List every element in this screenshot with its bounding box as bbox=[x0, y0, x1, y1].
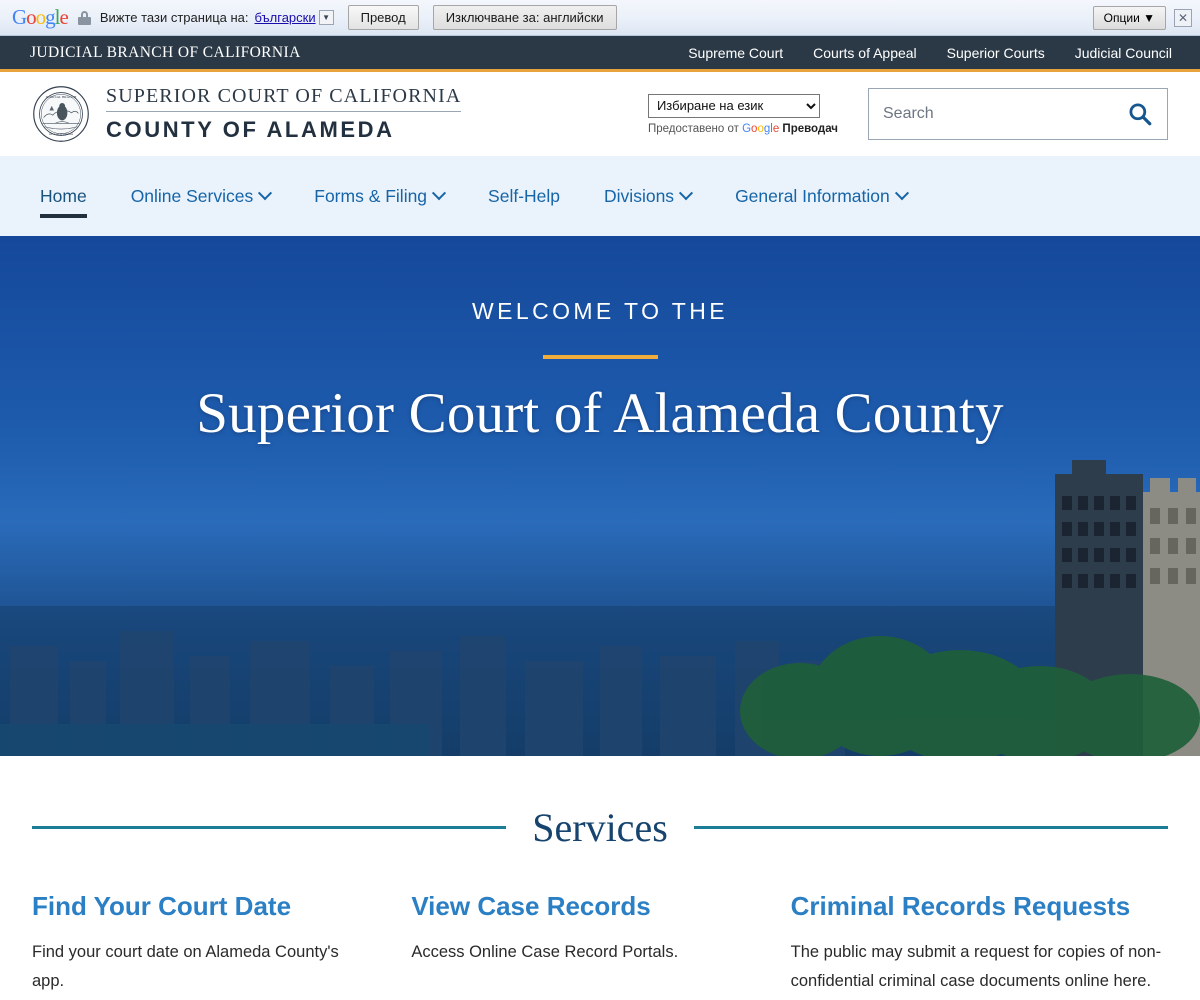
chevron-down-icon bbox=[431, 186, 447, 201]
translate-language-link[interactable]: български bbox=[255, 10, 316, 25]
nav-item-self-help[interactable]: Self-Help bbox=[466, 156, 582, 236]
nav-label-general-information: General Information bbox=[735, 185, 890, 206]
google-translate-credit: Предоставено от Google Преводач bbox=[647, 122, 838, 135]
language-selector-group: Избиране на език Предоставено от Google … bbox=[647, 93, 838, 135]
nav-label-self-help: Self-Help bbox=[488, 185, 561, 206]
judicial-branch-links: Supreme Court Courts of Appeal Superior … bbox=[688, 45, 1172, 61]
search-icon[interactable] bbox=[1127, 101, 1153, 127]
translate-bar-right-controls: Опции ▼ ✕ bbox=[1092, 5, 1192, 30]
hero-divider bbox=[542, 355, 658, 359]
translate-button[interactable]: Превод bbox=[347, 5, 419, 30]
chevron-down-icon bbox=[894, 186, 909, 201]
judicial-branch-bar: JUDICIAL BRANCH OF CALIFORNIA Supreme Co… bbox=[0, 36, 1200, 72]
hero-content: WELCOME TO THE Superior Court of Alameda… bbox=[0, 236, 1200, 446]
svg-text:OF CALIFORNIA: OF CALIFORNIA bbox=[49, 132, 74, 136]
nav-item-general-information[interactable]: General Information bbox=[713, 156, 929, 236]
translate-prompt: Вижте тази страница на: bbox=[99, 10, 249, 25]
main-navigation: Home Online Services Forms & Filing Self… bbox=[0, 156, 1200, 236]
header-right-controls: Избиране на език Предоставено от Google … bbox=[647, 72, 1168, 156]
service-card-find-your-court-date: Find Your Court Date Find your court dat… bbox=[32, 891, 411, 995]
service-description-criminal-records-requests: The public may submit a request for copi… bbox=[790, 943, 1162, 990]
service-link-find-your-court-date[interactable]: Find Your Court Date bbox=[32, 891, 291, 921]
search-box[interactable] bbox=[868, 88, 1168, 140]
service-card-view-case-records: View Case Records Access Online Case Rec… bbox=[411, 891, 790, 995]
services-grid: Find Your Court Date Find your court dat… bbox=[0, 891, 1200, 995]
nav-label-forms-and-filing: Forms & Filing bbox=[314, 185, 428, 206]
judicial-link-judicial-council[interactable]: Judicial Council bbox=[1075, 45, 1172, 61]
nav-label-online-services: Online Services bbox=[130, 185, 254, 206]
nav-item-divisions[interactable]: Divisions bbox=[582, 156, 713, 236]
services-title: Services bbox=[532, 805, 668, 850]
services-section: Services Find Your Court Date Find your … bbox=[0, 756, 1200, 995]
services-heading-row: Services bbox=[0, 804, 1200, 851]
chevron-down-icon bbox=[258, 186, 273, 201]
language-select[interactable]: Избиране на език bbox=[647, 93, 820, 118]
search-input[interactable] bbox=[883, 105, 1127, 123]
nav-label-divisions: Divisions bbox=[604, 185, 675, 206]
service-card-criminal-records-requests: Criminal Records Requests The public may… bbox=[791, 891, 1168, 995]
service-link-view-case-records[interactable]: View Case Records bbox=[411, 891, 650, 921]
judicial-link-supreme-court[interactable]: Supreme Court bbox=[688, 45, 783, 61]
judicial-link-courts-of-appeal[interactable]: Courts of Appeal bbox=[813, 45, 917, 61]
svg-text:JUDICIAL BRANCH: JUDICIAL BRANCH bbox=[46, 95, 77, 99]
nav-item-home[interactable]: Home bbox=[32, 156, 109, 236]
nav-item-forms-and-filing[interactable]: Forms & Filing bbox=[292, 156, 466, 236]
services-rule-left bbox=[32, 826, 507, 829]
services-rule-right bbox=[693, 826, 1169, 829]
brand-line-county: COUNTY OF ALAMEDA bbox=[106, 117, 395, 142]
nav-label-home: Home bbox=[40, 185, 87, 206]
close-icon[interactable]: ✕ bbox=[1174, 8, 1192, 27]
hero-banner: WELCOME TO THE Superior Court of Alameda… bbox=[0, 236, 1200, 756]
service-description-find-your-court-date: Find your court date on Alameda County's… bbox=[32, 943, 339, 990]
brand-line-superior-court: SUPERIOR COURT OF CALIFORNIA bbox=[106, 85, 462, 112]
judicial-branch-title: JUDICIAL BRANCH OF CALIFORNIA bbox=[30, 43, 301, 61]
court-seal-icon: JUDICIAL BRANCH OF CALIFORNIA bbox=[33, 86, 89, 142]
hero-skyline-graphic bbox=[0, 460, 1200, 756]
hero-title: Superior Court of Alameda County bbox=[196, 382, 1004, 445]
service-description-view-case-records: Access Online Case Record Portals. bbox=[411, 943, 679, 962]
lock-icon bbox=[77, 10, 91, 25]
turn-off-translation-button[interactable]: Изключване за: английски bbox=[432, 5, 617, 30]
site-header: JUDICIAL BRANCH OF CALIFORNIA SUPERIOR C… bbox=[0, 72, 1200, 156]
google-logo-small: Google bbox=[742, 122, 780, 135]
brand-logo[interactable]: JUDICIAL BRANCH OF CALIFORNIA SUPERIOR C… bbox=[32, 85, 462, 143]
service-link-criminal-records-requests[interactable]: Criminal Records Requests bbox=[791, 891, 1131, 921]
google-logo: Google bbox=[12, 5, 69, 29]
chevron-down-icon[interactable]: ▼ bbox=[318, 10, 334, 25]
judicial-link-superior-courts[interactable]: Superior Courts bbox=[947, 45, 1045, 61]
translate-options-button[interactable]: Опции ▼ bbox=[1092, 5, 1166, 30]
google-translate-bar: Google Вижте тази страница на: български… bbox=[0, 0, 1200, 36]
nav-item-online-services[interactable]: Online Services bbox=[109, 156, 293, 236]
chevron-down-icon bbox=[678, 186, 694, 201]
hero-kicker: WELCOME TO THE bbox=[472, 298, 728, 324]
